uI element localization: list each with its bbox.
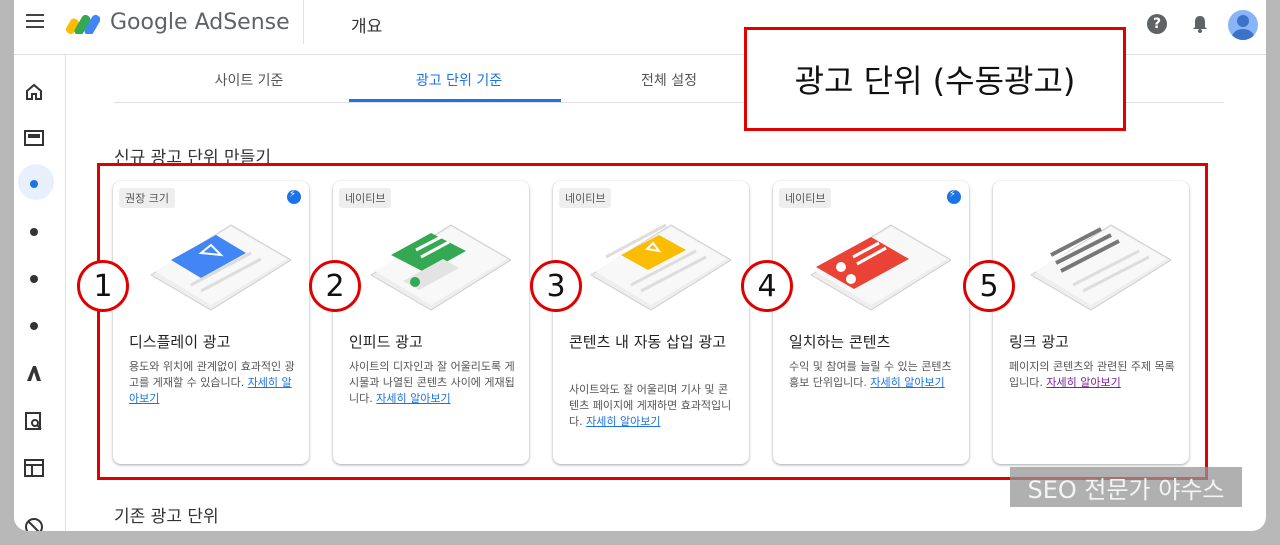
number-badge-4: 4 <box>741 260 793 312</box>
sidebar-dot-active[interactable] <box>24 174 44 194</box>
number-badge-2: 2 <box>309 260 361 312</box>
boost-icon <box>287 189 301 204</box>
home-icon[interactable] <box>24 82 44 102</box>
active-tab-underline <box>349 99 561 102</box>
tab-site[interactable]: 사이트 기준 <box>204 70 294 90</box>
block-icon[interactable] <box>24 517 44 531</box>
sidebar-dot[interactable] <box>24 222 44 242</box>
card-link-ad[interactable]: 링크 광고 페이지의 콘텐츠와 관련된 주제 목록입니다. 자세히 알아보기 <box>993 181 1189 464</box>
brand-name: Google AdSense <box>110 10 290 35</box>
sidebar-dot[interactable] <box>24 269 44 289</box>
tab-ad-unit[interactable]: 광고 단위 기준 <box>404 70 514 90</box>
boost-icon <box>947 189 961 204</box>
learn-more-link[interactable]: 자세히 알아보기 <box>376 392 450 405</box>
watermark: SEO 전문가 야수스 <box>1010 467 1242 507</box>
card-in-article-ad[interactable]: 네이티브 콘텐츠 내 자동 삽입 광고 사이트와도 잘 어울리며 기사 및 콘텐… <box>553 181 749 464</box>
section-title-existing: 기존 광고 단위 <box>114 507 219 527</box>
page-title: 개요 <box>351 17 383 37</box>
adsense-logo-icon <box>66 14 100 34</box>
tab-global-settings[interactable]: 전체 설정 <box>629 70 709 90</box>
infeed-ad-illustration <box>370 224 511 311</box>
card-chip: 네이티브 <box>339 188 392 208</box>
number-badge-3: 3 <box>530 260 582 312</box>
card-chip: 네이티브 <box>779 188 832 208</box>
display-ad-illustration <box>150 224 291 311</box>
card-title: 콘텐츠 내 자동 삽입 광고 <box>569 333 727 351</box>
learn-more-link[interactable]: 자세히 알아보기 <box>870 376 944 389</box>
ads-icon[interactable] <box>24 128 44 148</box>
help-icon[interactable]: ? <box>1147 14 1167 34</box>
adsense-a-icon[interactable] <box>24 363 44 383</box>
card-title: 디스플레이 광고 <box>129 333 231 351</box>
card-title: 링크 광고 <box>1009 333 1069 351</box>
header-divider <box>303 0 304 44</box>
callout-label: 광고 단위 (수동광고) <box>744 27 1126 131</box>
card-title: 일치하는 콘텐츠 <box>789 333 891 351</box>
card-description: 수익 및 참여를 늘릴 수 있는 콘텐츠 홍보 단위입니다. 자세히 알아보기 <box>789 360 952 389</box>
matched-content-illustration <box>810 224 951 311</box>
avatar[interactable] <box>1228 10 1258 40</box>
card-chip: 네이티브 <box>559 188 612 208</box>
number-badge-5: 5 <box>963 260 1015 312</box>
number-badge-1: 1 <box>77 260 129 312</box>
card-matched-content[interactable]: 네이티브 일치하는 콘텐츠 수익 및 참여를 늘릴 수 있는 콘텐츠 홍보 단위… <box>773 181 969 464</box>
bell-icon[interactable] <box>1190 14 1210 34</box>
search-report-icon[interactable] <box>24 411 44 431</box>
sidebar-dot[interactable] <box>24 316 44 336</box>
card-display-ad[interactable]: 권장 크기 디스플레이 광고 용도와 위치에 관계없이 효과적인 광고를 게재할… <box>113 181 309 464</box>
card-chip: 권장 크기 <box>119 188 175 208</box>
card-description: 사이트의 디자인과 잘 어울리도록 게시물과 나열된 콘텐츠 사이에 게재됩니다… <box>349 360 515 405</box>
card-description: 사이트와도 잘 어울리며 기사 및 콘텐츠 페이지에 게재하면 효과적입니다. … <box>569 383 732 428</box>
menu-icon[interactable] <box>26 14 44 28</box>
card-description: 용도와 위치에 관계없이 효과적인 광고를 게재할 수 있습니다. 자세히 알아… <box>129 360 295 405</box>
card-title: 인피드 광고 <box>349 333 423 351</box>
adsense-window: Google AdSense 개요 ? 사이트 기준 광고 단위 기준 전체 설… <box>14 0 1266 531</box>
card-infeed-ad[interactable]: 네이티브 인피드 광고 사이트의 디자인과 잘 어울리도록 게시물과 나열된 콘… <box>333 181 529 464</box>
sidebar <box>14 55 66 531</box>
layout-icon[interactable] <box>24 458 44 478</box>
learn-more-link[interactable]: 자세히 알아보기 <box>586 415 660 428</box>
in-article-ad-illustration <box>590 223 731 311</box>
learn-more-link[interactable]: 자세히 알아보기 <box>1046 376 1120 389</box>
card-description: 페이지의 콘텐츠와 관련된 주제 목록입니다. 자세히 알아보기 <box>1009 360 1175 389</box>
link-ad-illustration <box>1030 224 1171 311</box>
